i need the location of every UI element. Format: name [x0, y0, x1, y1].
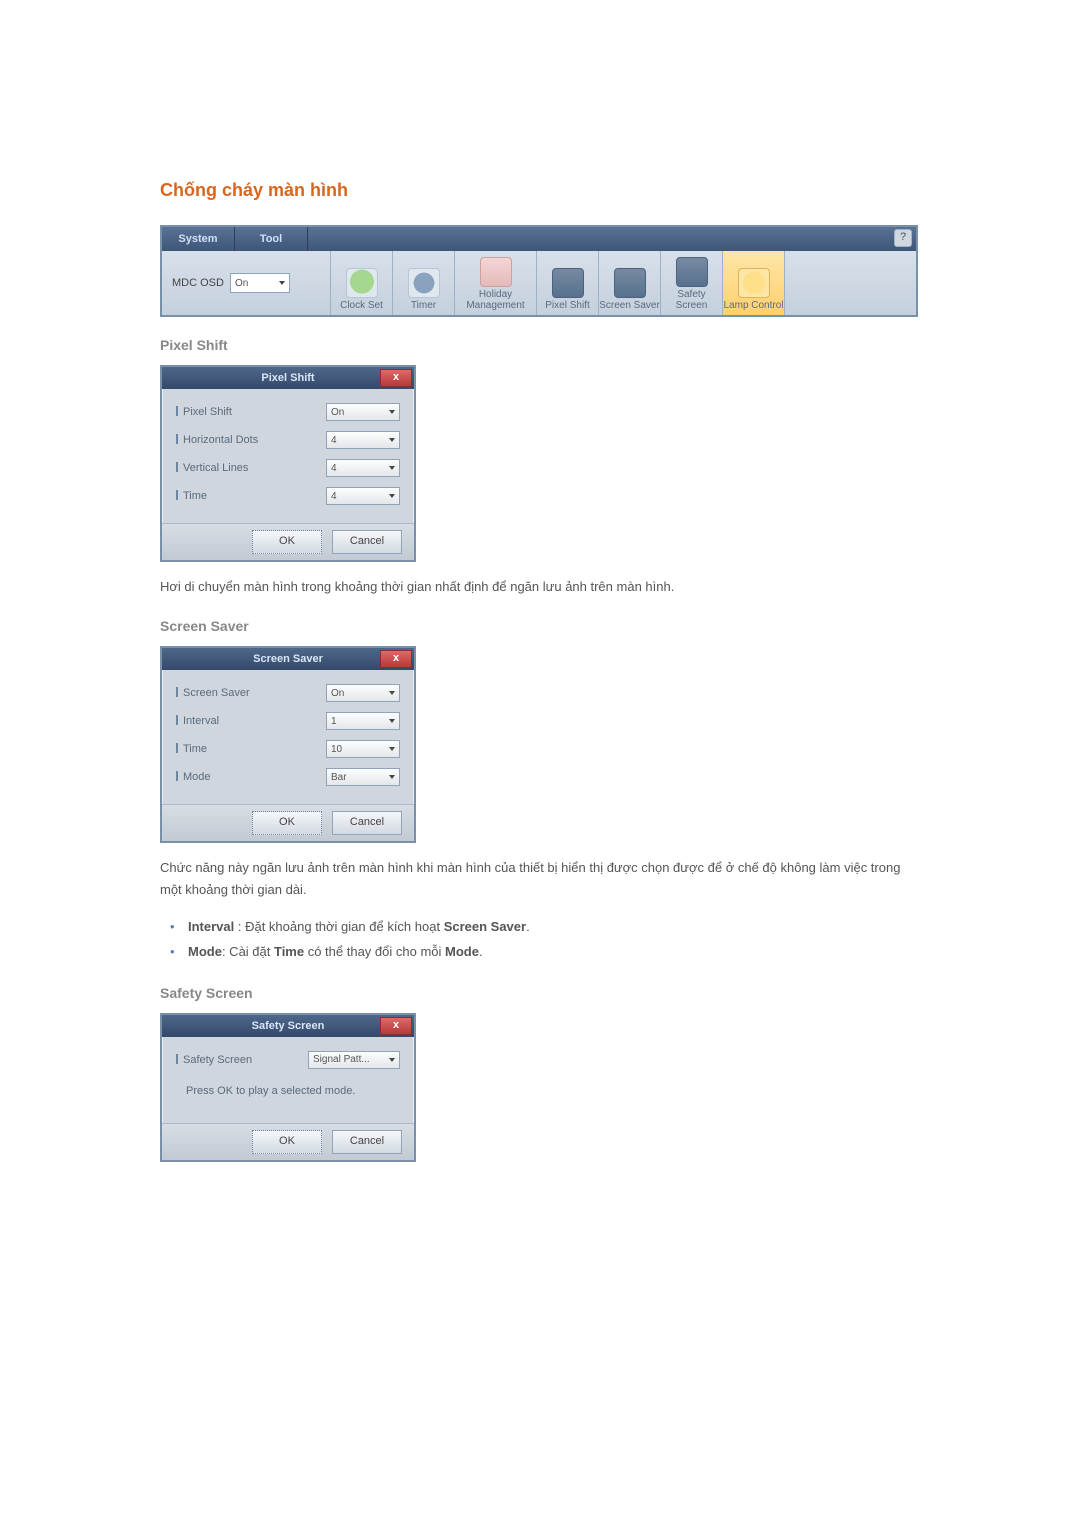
field-label: Pixel Shift	[176, 406, 232, 418]
row-time: Time 10	[176, 740, 400, 758]
interval-select[interactable]: 1	[326, 712, 400, 730]
cancel-button[interactable]: Cancel	[332, 530, 402, 554]
dialog-title: Screen Saver	[253, 653, 323, 665]
dialog-body: Screen Saver On Interval 1 Time 10 Mode …	[162, 670, 414, 804]
row-screen-saver: Screen Saver On	[176, 684, 400, 702]
subsection-pixel-shift: Pixel Shift	[160, 337, 920, 353]
toolbar-tabs: System Tool	[162, 227, 916, 251]
field-label: Mode	[176, 771, 211, 783]
row-pixel-shift: Pixel Shift On	[176, 403, 400, 421]
tab-system[interactable]: System	[162, 227, 235, 251]
pixel-shift-icon	[552, 268, 584, 298]
chevron-down-icon	[389, 775, 395, 779]
screen-saver-select[interactable]: On	[326, 684, 400, 702]
field-label: Time	[176, 490, 207, 502]
mode-select[interactable]: Bar	[326, 768, 400, 786]
toolbar-item-lamp-control[interactable]: Lamp Control	[723, 251, 785, 315]
ok-button[interactable]: OK	[252, 811, 322, 835]
row-time: Time 4	[176, 487, 400, 505]
bullet-mode: Mode: Cài đặt Time có thể thay đổi cho m…	[188, 940, 920, 965]
help-button[interactable]: ?	[894, 229, 912, 247]
screen-saver-description: Chức năng này ngăn lưu ảnh trên màn hình…	[160, 857, 920, 901]
dialog-header: Safety Screen x	[162, 1015, 414, 1037]
chevron-down-icon	[279, 281, 285, 285]
toolbar-item-timer[interactable]: Timer	[393, 251, 455, 315]
chevron-down-icon	[389, 410, 395, 414]
horizontal-dots-select[interactable]: 4	[326, 431, 400, 449]
toolbar-item-screen-saver[interactable]: Screen Saver	[599, 251, 661, 315]
field-label: Horizontal Dots	[176, 434, 258, 446]
screen-saver-icon	[614, 268, 646, 298]
safety-screen-icon	[676, 257, 708, 287]
field-label: Time	[176, 743, 207, 755]
pixel-shift-description: Hơi di chuyển màn hình trong khoảng thời…	[160, 576, 920, 598]
dialog-title: Safety Screen	[252, 1020, 325, 1032]
chevron-down-icon	[389, 691, 395, 695]
field-label: Safety Screen	[176, 1054, 252, 1066]
chevron-down-icon	[389, 747, 395, 751]
subsection-safety-screen: Safety Screen	[160, 985, 920, 1001]
dialog-footer: OK Cancel	[162, 804, 414, 841]
timer-icon	[408, 268, 440, 298]
chevron-down-icon	[389, 1058, 395, 1062]
row-mode: Mode Bar	[176, 768, 400, 786]
document-page: Chống cháy màn hình ? System Tool MDC OS…	[0, 0, 1080, 1202]
close-button[interactable]: x	[380, 650, 412, 668]
dialog-pixel-shift: Pixel Shift x Pixel Shift On Horizontal …	[160, 365, 416, 562]
chevron-down-icon	[389, 466, 395, 470]
time-select[interactable]: 4	[326, 487, 400, 505]
close-button[interactable]: x	[380, 369, 412, 387]
cancel-button[interactable]: Cancel	[332, 1130, 402, 1154]
ss-time-select[interactable]: 10	[326, 740, 400, 758]
bullet-interval: Interval : Đặt khoảng thời gian để kích …	[188, 915, 920, 940]
toolbar-item-pixel-shift[interactable]: Pixel Shift	[537, 251, 599, 315]
close-button[interactable]: x	[380, 1017, 412, 1035]
dialog-footer: OK Cancel	[162, 523, 414, 560]
subsection-screen-saver: Screen Saver	[160, 618, 920, 634]
chevron-down-icon	[389, 494, 395, 498]
lamp-icon	[738, 268, 770, 298]
safety-screen-hint: Press OK to play a selected mode.	[176, 1079, 400, 1115]
field-label: Interval	[176, 715, 219, 727]
calendar-icon	[480, 257, 512, 287]
pixel-shift-select[interactable]: On	[326, 403, 400, 421]
ok-button[interactable]: OK	[252, 1130, 322, 1154]
field-label: Vertical Lines	[176, 462, 248, 474]
dialog-header: Pixel Shift x	[162, 367, 414, 389]
row-horizontal-dots: Horizontal Dots 4	[176, 431, 400, 449]
mdc-osd-group: MDC OSD On	[162, 251, 331, 315]
dialog-header: Screen Saver x	[162, 648, 414, 670]
row-safety-screen: Safety Screen Signal Patt...	[176, 1051, 400, 1069]
toolbar-item-clock-set[interactable]: Clock Set	[331, 251, 393, 315]
dialog-safety-screen: Safety Screen x Safety Screen Signal Pat…	[160, 1013, 416, 1162]
vertical-lines-select[interactable]: 4	[326, 459, 400, 477]
cancel-button[interactable]: Cancel	[332, 811, 402, 835]
safety-screen-select[interactable]: Signal Patt...	[308, 1051, 400, 1069]
mdc-osd-select[interactable]: On	[230, 273, 290, 293]
clock-icon	[346, 268, 378, 298]
field-label: Screen Saver	[176, 687, 250, 699]
tab-tool[interactable]: Tool	[235, 227, 308, 251]
row-interval: Interval 1	[176, 712, 400, 730]
dialog-title: Pixel Shift	[261, 372, 314, 384]
page-title: Chống cháy màn hình	[160, 180, 920, 201]
chevron-down-icon	[389, 438, 395, 442]
dialog-footer: OK Cancel	[162, 1123, 414, 1160]
toolbar-body: MDC OSD On Clock Set Timer Holiday Manag…	[162, 251, 916, 315]
dialog-body: Pixel Shift On Horizontal Dots 4 Vertica…	[162, 389, 414, 523]
dialog-body: Safety Screen Signal Patt... Press OK to…	[162, 1037, 414, 1123]
toolbar-item-holiday-management[interactable]: Holiday Management	[455, 251, 537, 315]
chevron-down-icon	[389, 719, 395, 723]
dialog-screen-saver: Screen Saver x Screen Saver On Interval …	[160, 646, 416, 843]
screen-saver-bullets: Interval : Đặt khoảng thời gian để kích …	[160, 915, 920, 964]
mdc-osd-label: MDC OSD	[172, 277, 224, 289]
mdc-toolbar: ? System Tool MDC OSD On Clock Set Timer	[160, 225, 918, 317]
ok-button[interactable]: OK	[252, 530, 322, 554]
toolbar-item-safety-screen[interactable]: Safety Screen	[661, 251, 723, 315]
row-vertical-lines: Vertical Lines 4	[176, 459, 400, 477]
mdc-osd-value: On	[235, 278, 248, 289]
